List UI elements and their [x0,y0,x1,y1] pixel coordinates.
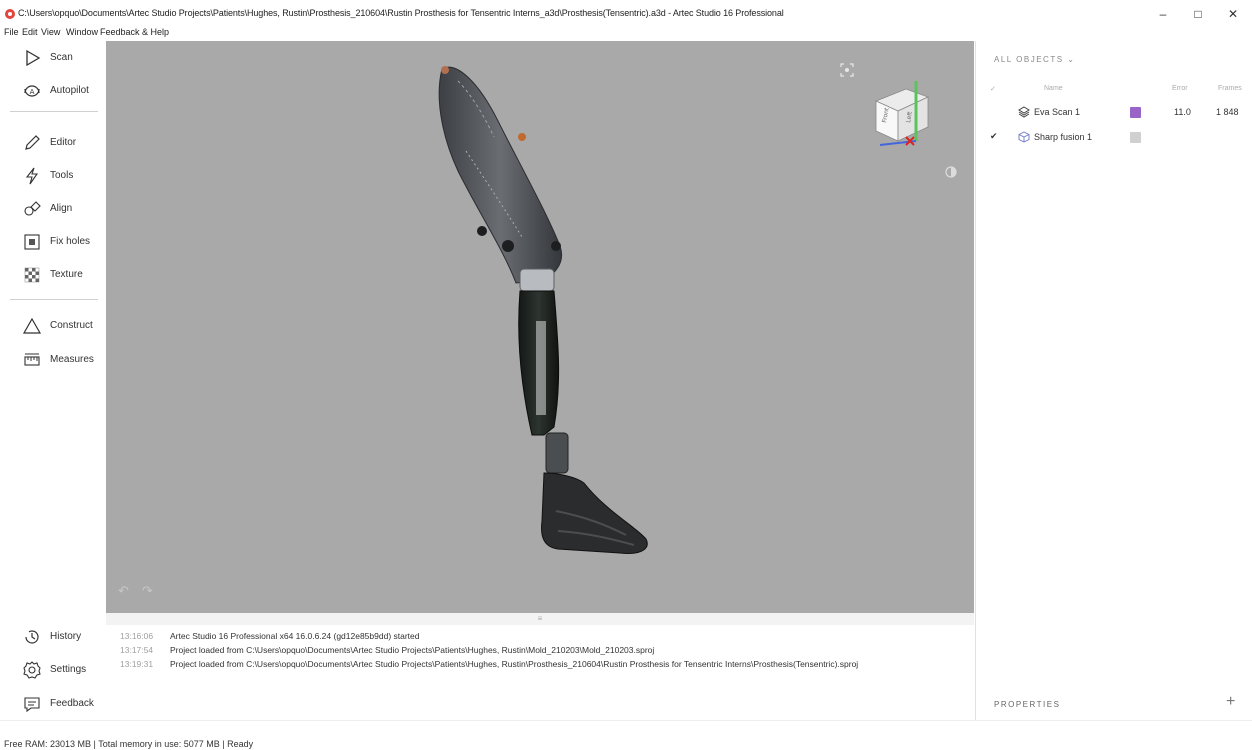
properties-header[interactable]: PROPERTIES [994,700,1060,709]
menu-feedback-help[interactable]: Feedback & Help [100,27,169,37]
tool-history[interactable]: History [0,623,106,651]
properties-add-button[interactable]: + [1226,693,1235,711]
object-error: 11.0 [1174,107,1191,117]
menu-edit[interactable]: Edit [22,27,38,37]
3d-viewport[interactable]: Front Left ↶ ↷ [106,41,974,613]
object-name: Eva Scan 1 [1034,107,1081,117]
tool-tools[interactable]: Tools [0,162,106,190]
log-time: 13:16:06 [120,631,154,641]
pencil-icon [25,135,40,150]
tool-construct[interactable]: Construct [0,312,106,340]
focus-frame-icon[interactable] [840,63,854,77]
visibility-check[interactable]: ✔ [990,131,998,142]
menu-view[interactable]: View [41,27,60,37]
tool-editor[interactable]: Editor [0,129,106,157]
window-title: C:\Users\opquo\Documents\Artec Studio Pr… [18,8,784,18]
tool-scan-label: Scan [50,52,73,63]
sidebar-divider [10,111,98,112]
lightning-icon [25,167,39,185]
object-color-swatch[interactable] [1130,132,1141,143]
object-row[interactable]: ✔ Sharp fusion 1 [976,126,1252,148]
tool-settings-label: Settings [50,664,87,675]
tool-align-label: Align [50,203,73,214]
object-name: Sharp fusion 1 [1034,132,1093,142]
tool-align[interactable]: Align [0,195,106,223]
log-time: 13:17:54 [120,645,154,655]
gear-icon [23,661,41,679]
undo-button[interactable]: ↶ [118,583,129,599]
sidebar-divider [10,299,98,300]
prosthesis-model [438,66,648,554]
tool-texture-label: Texture [50,269,83,280]
log-panel: 13:16:06 Artec Studio 16 Professional x6… [106,625,974,720]
fix-holes-icon [24,234,40,250]
minimize-button[interactable]: – [1148,5,1178,23]
light-toggle-icon[interactable] [944,165,958,179]
orientation-cube-icon[interactable]: Front Left [866,71,946,161]
log-message: Artec Studio 16 Professional x64 16.0.6.… [170,631,420,641]
menu-window[interactable]: Window [66,27,98,37]
redo-button[interactable]: ↷ [142,583,153,599]
maximize-button[interactable]: □ [1183,5,1213,23]
tool-measures[interactable]: Measures [0,346,106,374]
play-outline-icon [26,49,41,67]
texture-icon [24,267,40,283]
history-icon [25,630,39,644]
ruler-icon [24,353,40,366]
tool-settings[interactable]: Settings [0,656,106,684]
column-frames[interactable]: Frames [1218,85,1242,92]
object-color-swatch[interactable] [1130,107,1141,118]
tool-scan[interactable]: Scan [0,44,106,72]
log-resize-handle[interactable]: ≡ [106,613,974,625]
column-check: ✓ [990,86,996,93]
log-message: Project loaded from C:\Users\opquo\Docum… [170,645,655,655]
column-error[interactable]: Error [1172,85,1188,92]
log-time: 13:19:31 [120,659,154,669]
scan-layers-icon [1018,106,1030,118]
log-message: Project loaded from C:\Users\opquo\Docum… [170,659,859,669]
all-objects-dropdown[interactable]: ALL OBJECTS ⌄ [994,55,1075,64]
tool-autopilot[interactable]: A Autopilot [0,77,106,105]
object-frames: 1 848 [1216,107,1239,117]
menu-file[interactable]: File [4,27,19,37]
tool-feedback-label: Feedback [50,698,94,709]
autopilot-icon: A [24,85,40,97]
close-button[interactable]: ✕ [1218,5,1248,23]
tool-fix-holes-label: Fix holes [50,236,91,247]
tool-sidebar: Scan A Autopilot Editor Tools Align Fix … [0,41,106,731]
tool-editor-label: Editor [50,137,77,148]
object-row[interactable]: Eva Scan 1 11.0 1 848 [976,101,1252,123]
objects-panel: ALL OBJECTS ⌄ ✓ Name Error Frames Eva Sc… [975,41,1252,733]
column-name[interactable]: Name [1044,85,1063,92]
status-bar: Free RAM: 23013 MB | Total memory in use… [0,720,1252,750]
tool-texture[interactable]: Texture [0,261,106,289]
artec-logo-icon [5,9,15,19]
menu-bar: File Edit View Window Feedback & Help [0,26,600,40]
status-text: Free RAM: 23013 MB | Total memory in use… [4,739,254,749]
chat-icon [24,697,40,713]
tool-feedback[interactable]: Feedback [0,690,106,718]
title-bar: C:\Users\opquo\Documents\Artec Studio Pr… [0,0,1252,26]
tool-fix-holes[interactable]: Fix holes [0,228,106,256]
triangle-icon [22,317,42,334]
tool-tools-label: Tools [50,170,74,181]
tool-construct-label: Construct [50,320,93,331]
tool-measures-label: Measures [50,354,94,365]
cube-model-icon [1018,131,1030,143]
tool-autopilot-label: Autopilot [50,85,89,96]
svg-text:A: A [30,88,35,96]
tool-history-label: History [50,631,82,642]
align-icon [24,201,41,216]
